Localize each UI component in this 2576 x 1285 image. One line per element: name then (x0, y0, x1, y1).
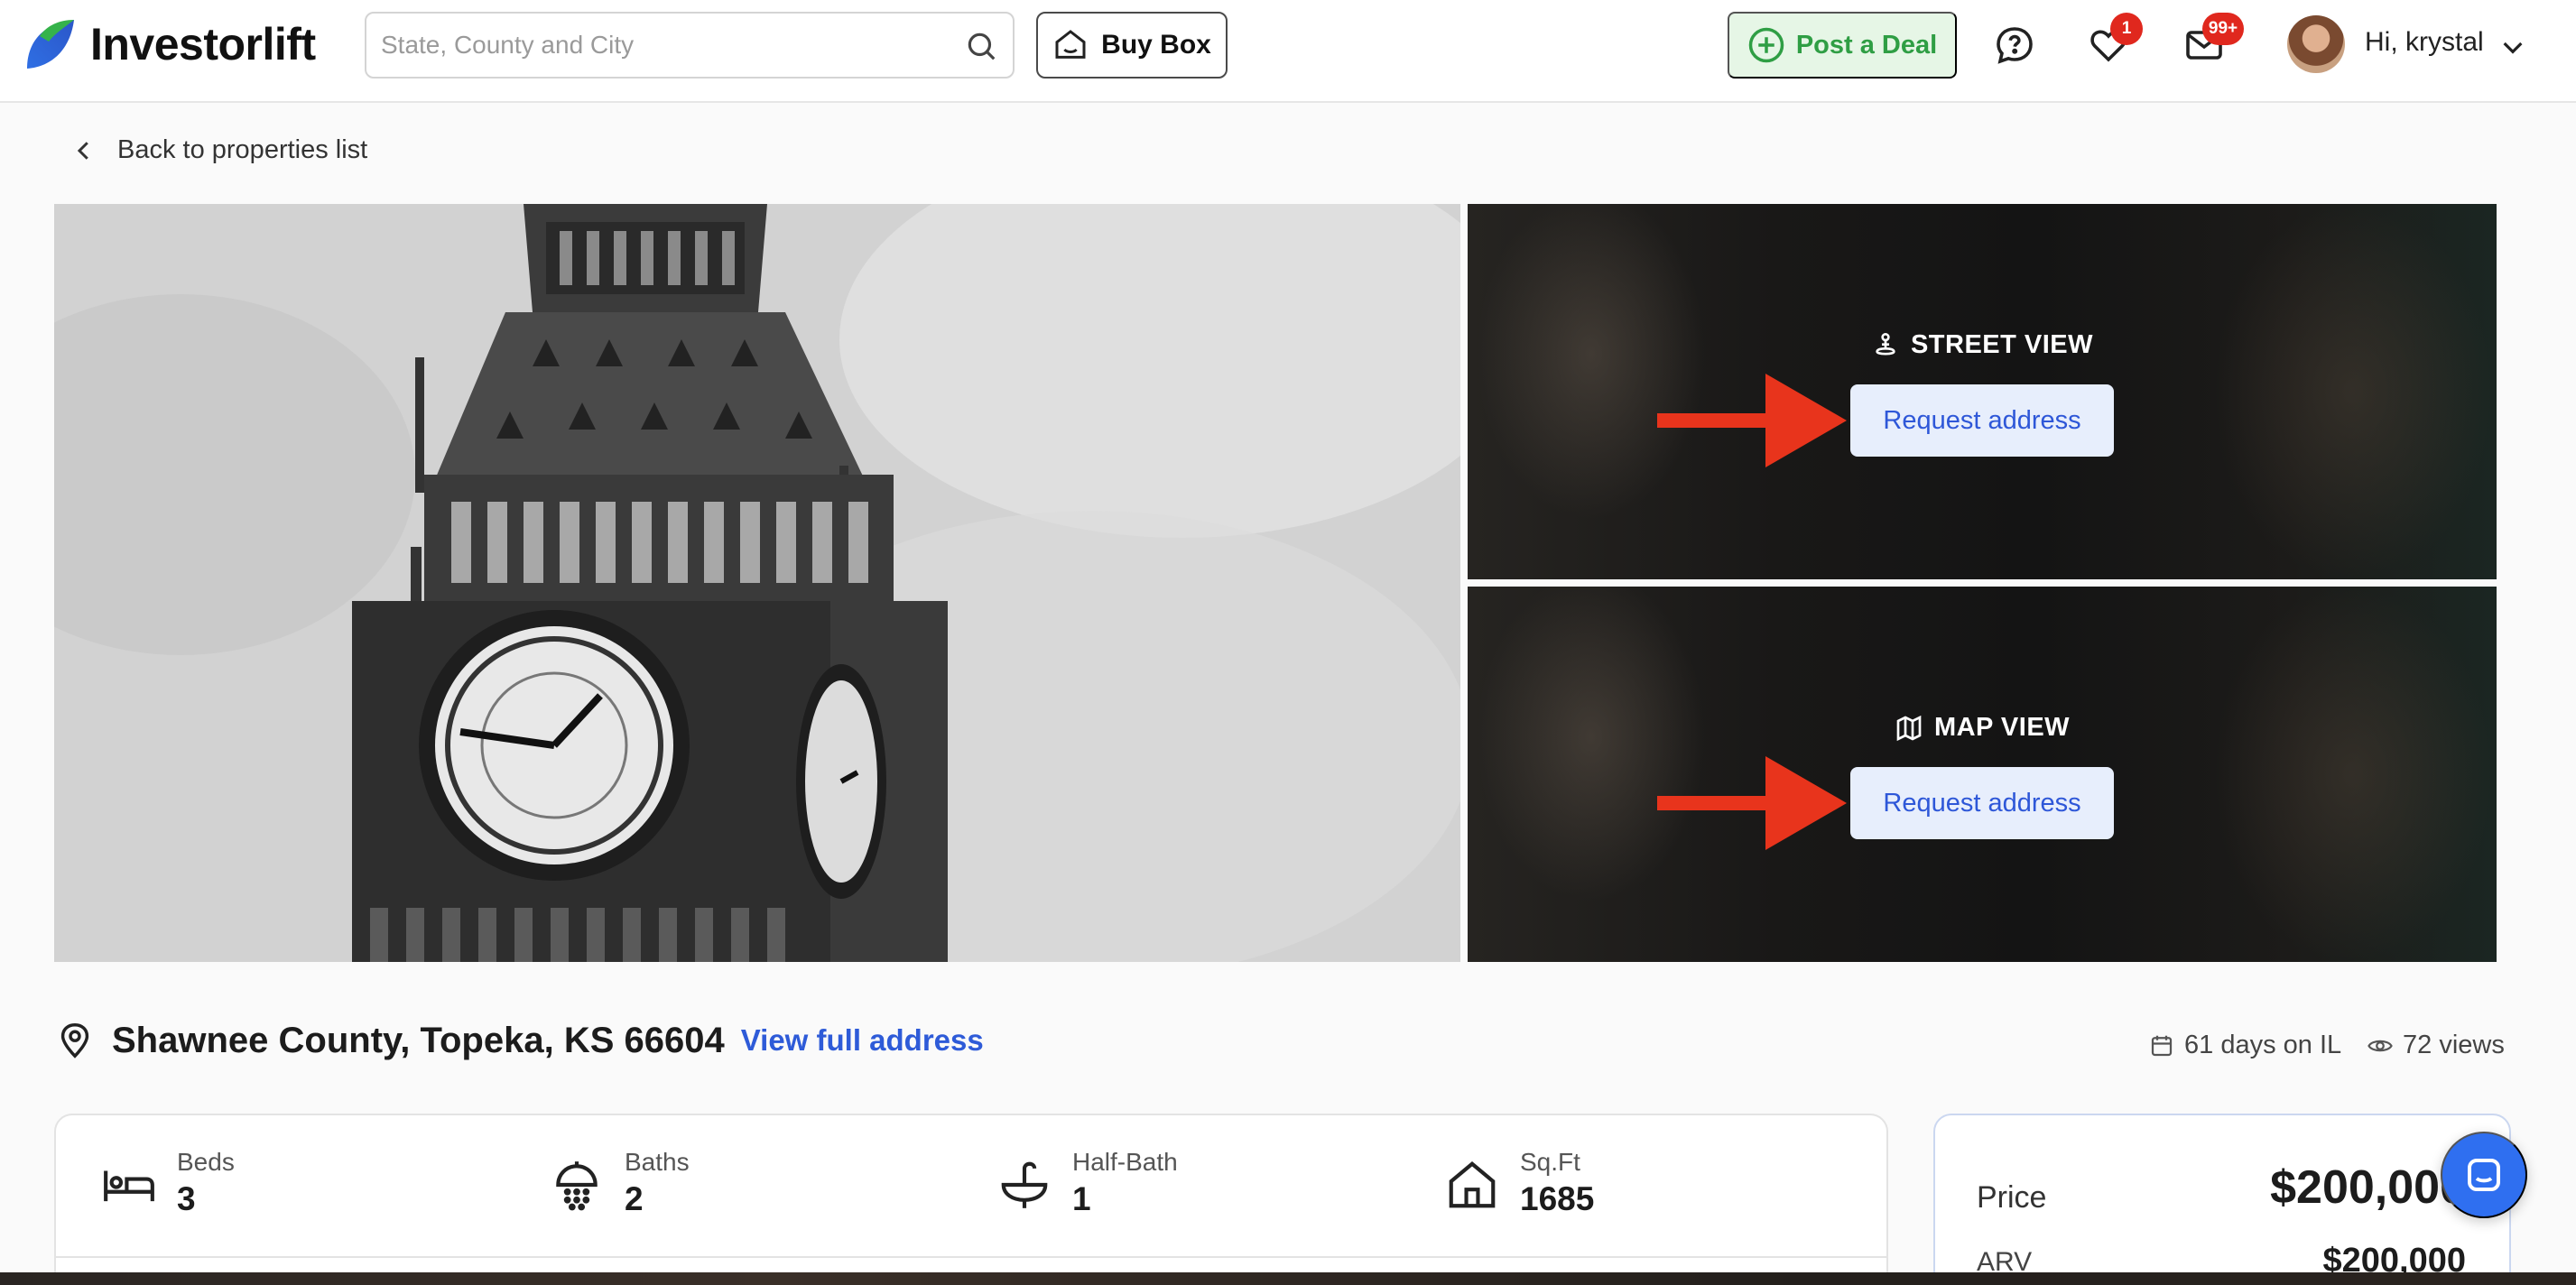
stat-label: Sq.Ft (1520, 1148, 1580, 1176)
buy-box-button[interactable]: Buy Box (1036, 12, 1228, 79)
brand-logo[interactable]: Investorlift (23, 16, 316, 72)
chevron-left-icon (77, 141, 88, 160)
messages-count-badge: 99+ (2202, 13, 2244, 45)
top-navigation-bar: Investorlift Buy Box Post a Deal 1 99+ H… (0, 0, 2576, 103)
stat-label: Baths (625, 1148, 690, 1176)
map-view-title: MAP VIEW (1468, 713, 2497, 743)
user-greeting[interactable]: Hi, krystal (2365, 27, 2484, 58)
chat-bubble-icon (2468, 1159, 2500, 1191)
location-pin-icon (60, 1023, 89, 1059)
annotation-arrow-icon (1657, 374, 1847, 467)
post-deal-label: Post a Deal (1795, 30, 1938, 60)
buy-box-label: Buy Box (1101, 30, 1211, 60)
search-icon[interactable] (964, 29, 998, 63)
view-count: 72 views (2367, 1031, 2505, 1060)
sink-icon (1001, 1161, 1048, 1208)
street-view-title: STREET VIEW (1468, 330, 2497, 360)
map-view-panel: MAP VIEW Request address (1468, 587, 2497, 962)
brand-name: Investorlift (90, 19, 316, 69)
bed-icon (104, 1170, 154, 1202)
stat-half-bath: Half-Bath 1 (996, 1148, 1178, 1218)
view-count-text: 72 views (2403, 1031, 2505, 1059)
help-chat-icon[interactable] (1993, 23, 2036, 67)
clock-tower-image (54, 204, 1460, 962)
street-view-panel: STREET VIEW Request address (1468, 204, 2497, 579)
calendar-icon (2151, 1035, 2173, 1056)
stat-value: 1 (1072, 1180, 1091, 1217)
days-on-market-text: 61 days on IL (2184, 1031, 2342, 1059)
stat-beds: Beds 3 (101, 1148, 235, 1218)
plus-circle-icon (1748, 27, 1784, 63)
stat-label: Beds (177, 1148, 235, 1176)
house-heart-icon (1055, 30, 1086, 59)
map-view-title-text: MAP VIEW (1933, 713, 2071, 742)
eye-icon (2368, 1040, 2393, 1051)
stats-divider (56, 1256, 1886, 1258)
stat-baths: Baths 2 (549, 1148, 690, 1218)
location-search-input[interactable] (381, 14, 959, 77)
page-bottom-strip (0, 1272, 2576, 1285)
days-on-market: 61 days on IL (2148, 1031, 2341, 1060)
price-value: $200,000 (2270, 1161, 2466, 1214)
map-view-request-address-button[interactable]: Request address (1850, 767, 2114, 839)
user-avatar[interactable] (2287, 15, 2345, 73)
post-deal-button[interactable]: Post a Deal (1728, 12, 1957, 79)
house-icon (1449, 1161, 1496, 1208)
annotation-arrow-icon (1657, 756, 1847, 850)
chevron-down-icon[interactable] (2498, 32, 2527, 61)
main-property-photo[interactable] (54, 204, 1460, 962)
stat-value: 2 (625, 1180, 644, 1217)
property-address-row: Shawnee County, Topeka, KS 66604 View fu… (54, 1020, 984, 1061)
street-view-request-address-button[interactable]: Request address (1850, 384, 2114, 457)
stat-label: Half-Bath (1072, 1148, 1178, 1176)
price-label: Price (1977, 1180, 2047, 1215)
street-view-person-icon (1876, 332, 1895, 355)
price-card: Price $200,000 ARV $200,000 (1933, 1114, 2511, 1285)
stat-square-feet: Sq.Ft 1685 (1444, 1148, 1594, 1218)
view-full-address-link[interactable]: View full address (741, 1023, 984, 1058)
property-location: Shawnee County, Topeka, KS 66604 (112, 1020, 725, 1060)
map-icon (1896, 715, 1922, 741)
stat-value: 1685 (1520, 1180, 1595, 1217)
location-search (365, 12, 1015, 79)
shower-icon (556, 1161, 598, 1211)
property-stats-card: Beds 3 Baths 2 Half-Bath 1 Sq.Ft 1685 (54, 1114, 1888, 1285)
back-to-list-link[interactable]: Back to properties list (70, 135, 367, 165)
stat-value: 3 (177, 1180, 196, 1217)
favorites-count-badge: 1 (2110, 13, 2143, 45)
leaf-logo-icon (27, 20, 74, 69)
street-view-title-text: STREET VIEW (1910, 330, 2094, 359)
back-to-list-label: Back to properties list (117, 135, 368, 164)
support-chat-button[interactable] (2441, 1132, 2527, 1218)
